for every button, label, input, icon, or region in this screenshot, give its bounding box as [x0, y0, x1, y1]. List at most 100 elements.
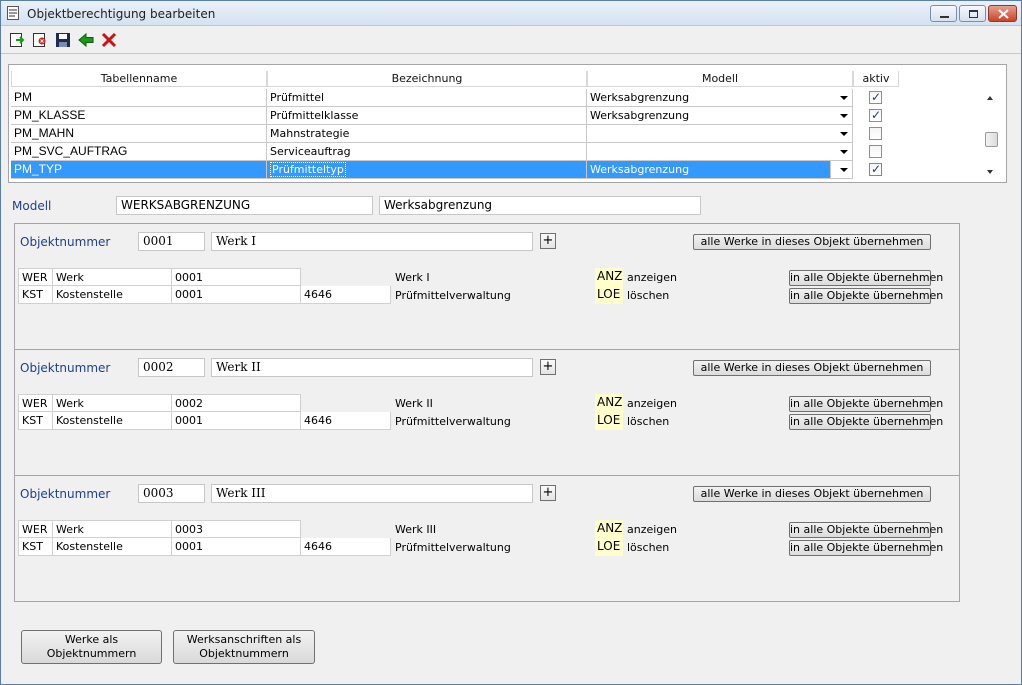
column-header-bezeichnung[interactable]: Bezeichnung	[267, 71, 587, 87]
objektnummer-field[interactable]: 0001	[138, 232, 205, 251]
permission-code[interactable]: ANZ	[595, 520, 623, 538]
objektnummer-label: Objektnummer	[20, 487, 111, 501]
vertical-scrollbar[interactable]	[983, 90, 1000, 180]
line-value[interactable]: 0002	[172, 394, 301, 412]
aktiv-checkbox[interactable]: ✓	[869, 91, 882, 104]
line-type[interactable]: Kostenstelle	[53, 286, 172, 304]
cell-bezeichnung[interactable]: Prüfmittelklasse	[267, 107, 587, 125]
aktiv-checkbox[interactable]: ✓	[869, 109, 882, 122]
chevron-down-icon	[840, 168, 848, 172]
table-row[interactable]: PM_SVC_AUFTRAG Serviceauftrag	[11, 143, 895, 161]
objekt-name-field[interactable]: Werk II	[211, 358, 533, 377]
line-code[interactable]: KST	[18, 538, 53, 556]
modell-dropdown[interactable]	[587, 125, 853, 143]
permission-code[interactable]: ANZ	[595, 268, 623, 286]
objekt-name-field[interactable]: Werk I	[211, 232, 533, 251]
modell-dropdown[interactable]	[587, 143, 853, 161]
table-row[interactable]: PM Prüfmittel Werksabgrenzung ✓	[11, 89, 895, 107]
apply-all-werke-button[interactable]: alle Werke in dieses Objekt übernehmen	[693, 234, 931, 250]
apply-all-werke-button[interactable]: alle Werke in dieses Objekt übernehmen	[693, 360, 931, 376]
maximize-button[interactable]	[959, 5, 986, 22]
apply-all-objects-button[interactable]: in alle Objekte übernehmen	[789, 414, 943, 430]
werksanschriften-als-objektnummern-button[interactable]: Werksanschriften als Objektnummern	[173, 630, 315, 664]
modell-dropdown[interactable]: Werksabgrenzung	[587, 107, 853, 125]
cell-tabellenname[interactable]: PM_TYP	[11, 161, 267, 179]
line-extra[interactable]: 4646	[301, 538, 391, 556]
column-header-tabellenname[interactable]: Tabellenname	[11, 71, 267, 87]
cell-tabellenname[interactable]: PM	[11, 89, 267, 107]
cell-tabellenname[interactable]: PM_MAHN	[11, 125, 267, 143]
line-type[interactable]: Werk	[53, 520, 172, 538]
cancel-icon[interactable]	[100, 31, 118, 49]
apply-all-objects-button[interactable]: in alle Objekte übernehmen	[789, 540, 943, 556]
permission-code[interactable]: LOE	[595, 538, 623, 556]
column-header-aktiv[interactable]: aktiv	[853, 71, 899, 87]
line-value[interactable]: 0001	[172, 286, 301, 304]
cell-bezeichnung[interactable]: Prüfmittel	[267, 89, 587, 107]
line-value[interactable]: 0003	[172, 520, 301, 538]
line-type[interactable]: Kostenstelle	[53, 538, 172, 556]
scroll-thumb[interactable]	[985, 132, 998, 147]
add-button[interactable]: +	[540, 359, 556, 375]
permission-code[interactable]: ANZ	[595, 394, 623, 412]
line-type[interactable]: Werk	[53, 394, 172, 412]
scroll-down-icon[interactable]	[987, 170, 993, 174]
toolbar	[1, 27, 1021, 53]
apply-all-objects-button[interactable]: in alle Objekte übernehmen	[789, 288, 943, 304]
line-type[interactable]: Kostenstelle	[53, 412, 172, 430]
close-button[interactable]	[988, 5, 1017, 22]
modell-name-field[interactable]: Werksabgrenzung	[379, 196, 701, 215]
table-row-selected[interactable]: PM_TYP Prüfmitteltyp Werksabgrenzung ✓	[11, 161, 895, 179]
apply-all-objects-button[interactable]: in alle Objekte übernehmen	[789, 270, 943, 286]
line-code[interactable]: WER	[18, 394, 53, 412]
toolbar-divider	[1, 53, 1021, 54]
werke-als-objektnummern-button[interactable]: Werke als Objektnummern	[21, 630, 162, 664]
modell-code-field[interactable]: WERKSABGRENZUNG	[116, 196, 373, 215]
aktiv-checkbox[interactable]	[869, 127, 882, 140]
modell-dropdown[interactable]: Werksabgrenzung	[587, 89, 853, 107]
apply-all-objects-button[interactable]: in alle Objekte übernehmen	[789, 396, 943, 412]
add-button[interactable]: +	[540, 485, 556, 501]
scroll-up-icon[interactable]	[987, 96, 993, 100]
aktiv-checkbox[interactable]: ✓	[869, 163, 882, 176]
cell-tabellenname[interactable]: PM_KLASSE	[11, 107, 267, 125]
line-code[interactable]: KST	[18, 286, 53, 304]
cell-bezeichnung[interactable]: Mahnstrategie	[267, 125, 587, 143]
object-table-grid: Tabellenname Bezeichnung Modell aktiv PM…	[8, 64, 1007, 183]
modell-dropdown[interactable]: Werksabgrenzung	[587, 161, 831, 179]
chevron-down-icon[interactable]	[840, 150, 848, 154]
objektnummer-field[interactable]: 0002	[138, 358, 205, 377]
line-value[interactable]: 0001	[172, 412, 301, 430]
apply-all-objects-button[interactable]: in alle Objekte übernehmen	[789, 522, 943, 538]
cell-bezeichnung[interactable]: Prüfmitteltyp	[267, 161, 587, 179]
line-code[interactable]: WER	[18, 268, 53, 286]
back-arrow-icon[interactable]	[77, 31, 95, 49]
line-extra[interactable]: 4646	[301, 286, 391, 304]
line-code[interactable]: KST	[18, 412, 53, 430]
objekt-name-field[interactable]: Werk III	[211, 484, 533, 503]
aktiv-checkbox[interactable]	[869, 145, 882, 158]
chevron-down-icon[interactable]	[840, 132, 848, 136]
table-row[interactable]: PM_KLASSE Prüfmittelklasse Werksabgrenzu…	[11, 107, 895, 125]
line-extra[interactable]: 4646	[301, 412, 391, 430]
add-button[interactable]: +	[540, 233, 556, 249]
permission-code[interactable]: LOE	[595, 412, 623, 430]
cell-tabellenname[interactable]: PM_SVC_AUFTRAG	[11, 143, 267, 161]
new-record-icon[interactable]	[8, 31, 26, 49]
permission-code[interactable]: LOE	[595, 286, 623, 304]
objektnummer-field[interactable]: 0003	[138, 484, 205, 503]
line-value[interactable]: 0001	[172, 538, 301, 556]
apply-all-werke-button[interactable]: alle Werke in dieses Objekt übernehmen	[693, 486, 931, 502]
chevron-down-icon[interactable]	[840, 114, 848, 118]
line-code[interactable]: WER	[18, 520, 53, 538]
line-value[interactable]: 0001	[172, 268, 301, 286]
save-icon[interactable]	[54, 31, 72, 49]
line-type[interactable]: Werk	[53, 268, 172, 286]
minimize-button[interactable]	[930, 5, 957, 22]
cell-bezeichnung[interactable]: Serviceauftrag	[267, 143, 587, 161]
column-header-modell[interactable]: Modell	[587, 71, 853, 87]
dropdown-button[interactable]	[831, 161, 853, 179]
chevron-down-icon[interactable]	[840, 96, 848, 100]
table-row[interactable]: PM_MAHN Mahnstrategie	[11, 125, 895, 143]
delete-record-icon[interactable]	[31, 31, 49, 49]
